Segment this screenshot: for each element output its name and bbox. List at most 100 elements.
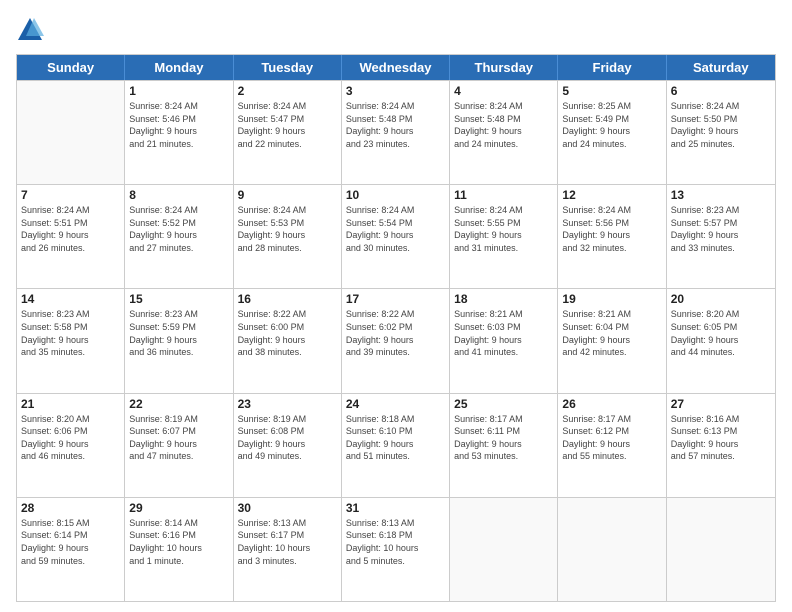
cell-info-line: and 38 minutes. (238, 346, 337, 359)
cal-cell: 12Sunrise: 8:24 AMSunset: 5:56 PMDayligh… (558, 185, 666, 288)
day-number: 25 (454, 397, 553, 411)
cell-info-line: and 22 minutes. (238, 138, 337, 151)
day-number: 24 (346, 397, 445, 411)
cell-info-line: Sunrise: 8:24 AM (562, 204, 661, 217)
day-number: 13 (671, 188, 771, 202)
cal-cell: 19Sunrise: 8:21 AMSunset: 6:04 PMDayligh… (558, 289, 666, 392)
cell-info-line: Daylight: 9 hours (346, 125, 445, 138)
cell-info-line: Daylight: 9 hours (238, 438, 337, 451)
cell-info-line: Daylight: 10 hours (346, 542, 445, 555)
cal-row-5: 28Sunrise: 8:15 AMSunset: 6:14 PMDayligh… (17, 497, 775, 601)
day-number: 16 (238, 292, 337, 306)
cell-info-line: Sunrise: 8:24 AM (671, 100, 771, 113)
cell-info-line: and 23 minutes. (346, 138, 445, 151)
day-number: 31 (346, 501, 445, 515)
cell-info-line: Sunrise: 8:23 AM (21, 308, 120, 321)
cal-cell: 29Sunrise: 8:14 AMSunset: 6:16 PMDayligh… (125, 498, 233, 601)
cal-row-3: 14Sunrise: 8:23 AMSunset: 5:58 PMDayligh… (17, 288, 775, 392)
cell-info-line: Daylight: 9 hours (671, 334, 771, 347)
cell-info-line: Sunrise: 8:19 AM (129, 413, 228, 426)
cell-info-line: Daylight: 9 hours (21, 438, 120, 451)
cell-info-line: Sunrise: 8:18 AM (346, 413, 445, 426)
day-number: 29 (129, 501, 228, 515)
cell-info-line: Sunset: 5:48 PM (346, 113, 445, 126)
day-number: 7 (21, 188, 120, 202)
day-number: 6 (671, 84, 771, 98)
cell-info-line: Daylight: 9 hours (346, 229, 445, 242)
day-number: 12 (562, 188, 661, 202)
cell-info-line: Sunrise: 8:13 AM (238, 517, 337, 530)
cell-info-line: Sunrise: 8:23 AM (671, 204, 771, 217)
day-number: 1 (129, 84, 228, 98)
header-day-wednesday: Wednesday (342, 55, 450, 80)
cal-cell: 2Sunrise: 8:24 AMSunset: 5:47 PMDaylight… (234, 81, 342, 184)
cell-info-line: and 5 minutes. (346, 555, 445, 568)
day-number: 30 (238, 501, 337, 515)
cell-info-line: Sunrise: 8:24 AM (454, 100, 553, 113)
header-day-sunday: Sunday (17, 55, 125, 80)
cal-cell: 5Sunrise: 8:25 AMSunset: 5:49 PMDaylight… (558, 81, 666, 184)
cell-info-line: and 42 minutes. (562, 346, 661, 359)
cell-info-line: and 25 minutes. (671, 138, 771, 151)
cal-cell: 1Sunrise: 8:24 AMSunset: 5:46 PMDaylight… (125, 81, 233, 184)
cell-info-line: Sunrise: 8:24 AM (454, 204, 553, 217)
cell-info-line: and 35 minutes. (21, 346, 120, 359)
cell-info-line: Sunset: 5:51 PM (21, 217, 120, 230)
cell-info-line: Sunrise: 8:21 AM (454, 308, 553, 321)
cal-cell: 23Sunrise: 8:19 AMSunset: 6:08 PMDayligh… (234, 394, 342, 497)
day-number: 4 (454, 84, 553, 98)
cell-info-line: Daylight: 9 hours (671, 438, 771, 451)
cell-info-line: Sunrise: 8:24 AM (238, 100, 337, 113)
day-number: 20 (671, 292, 771, 306)
cell-info-line: Sunrise: 8:24 AM (21, 204, 120, 217)
calendar-body: 1Sunrise: 8:24 AMSunset: 5:46 PMDaylight… (17, 80, 775, 601)
cell-info-line: Sunset: 6:05 PM (671, 321, 771, 334)
logo (16, 16, 48, 44)
cell-info-line: Daylight: 9 hours (454, 438, 553, 451)
cal-cell: 13Sunrise: 8:23 AMSunset: 5:57 PMDayligh… (667, 185, 775, 288)
cell-info-line: and 1 minute. (129, 555, 228, 568)
cal-row-4: 21Sunrise: 8:20 AMSunset: 6:06 PMDayligh… (17, 393, 775, 497)
cell-info-line: Sunset: 6:18 PM (346, 529, 445, 542)
day-number: 18 (454, 292, 553, 306)
cal-cell: 9Sunrise: 8:24 AMSunset: 5:53 PMDaylight… (234, 185, 342, 288)
cell-info-line: and 46 minutes. (21, 450, 120, 463)
day-number: 21 (21, 397, 120, 411)
cell-info-line: and 39 minutes. (346, 346, 445, 359)
cell-info-line: Sunrise: 8:20 AM (671, 308, 771, 321)
cell-info-line: Sunrise: 8:21 AM (562, 308, 661, 321)
cell-info-line: Daylight: 9 hours (671, 125, 771, 138)
cal-cell: 25 Sunrise: 8:17 AMSunset: 6:11 PMDayligh… (450, 394, 558, 497)
cell-info-line: Daylight: 9 hours (129, 438, 228, 451)
cal-cell (558, 498, 666, 601)
day-number: 28 (21, 501, 120, 515)
cell-info-line: and 49 minutes. (238, 450, 337, 463)
cell-info-line: Daylight: 9 hours (21, 334, 120, 347)
cell-info-line: Daylight: 9 hours (21, 229, 120, 242)
cal-cell: 17Sunrise: 8:22 AMSunset: 6:02 PMDayligh… (342, 289, 450, 392)
cal-cell: 31Sunrise: 8:13 AMSunset: 6:18 PMDayligh… (342, 498, 450, 601)
cell-info-line: Daylight: 9 hours (454, 125, 553, 138)
day-number: 19 (562, 292, 661, 306)
cell-info-line: Sunset: 6:02 PM (346, 321, 445, 334)
cal-cell: 10Sunrise: 8:24 AMSunset: 5:54 PMDayligh… (342, 185, 450, 288)
cell-info-line: Sunset: 6:11 PM (454, 425, 553, 438)
day-number: 27 (671, 397, 771, 411)
cell-info-line: and 55 minutes. (562, 450, 661, 463)
day-number: 23 (238, 397, 337, 411)
cell-info-line: Sunset: 6:10 PM (346, 425, 445, 438)
cal-cell: 26Sunrise: 8:17 AMSunset: 6:12 PMDayligh… (558, 394, 666, 497)
cell-info-line: Sunrise: 8:17 AM (454, 413, 553, 426)
header-day-friday: Friday (558, 55, 666, 80)
day-number: 9 (238, 188, 337, 202)
header (16, 16, 776, 44)
cell-info-line: and 24 minutes. (562, 138, 661, 151)
cell-info-line: Daylight: 9 hours (129, 125, 228, 138)
cell-info-line: Daylight: 9 hours (562, 229, 661, 242)
cal-cell: 11Sunrise: 8:24 AMSunset: 5:55 PMDayligh… (450, 185, 558, 288)
cell-info-line: Sunrise: 8:24 AM (129, 204, 228, 217)
cell-info-line: Sunrise: 8:22 AM (238, 308, 337, 321)
cell-info-line: Daylight: 9 hours (346, 438, 445, 451)
cell-info-line: Daylight: 9 hours (238, 125, 337, 138)
cal-cell: 22Sunrise: 8:19 AMSunset: 6:07 PMDayligh… (125, 394, 233, 497)
